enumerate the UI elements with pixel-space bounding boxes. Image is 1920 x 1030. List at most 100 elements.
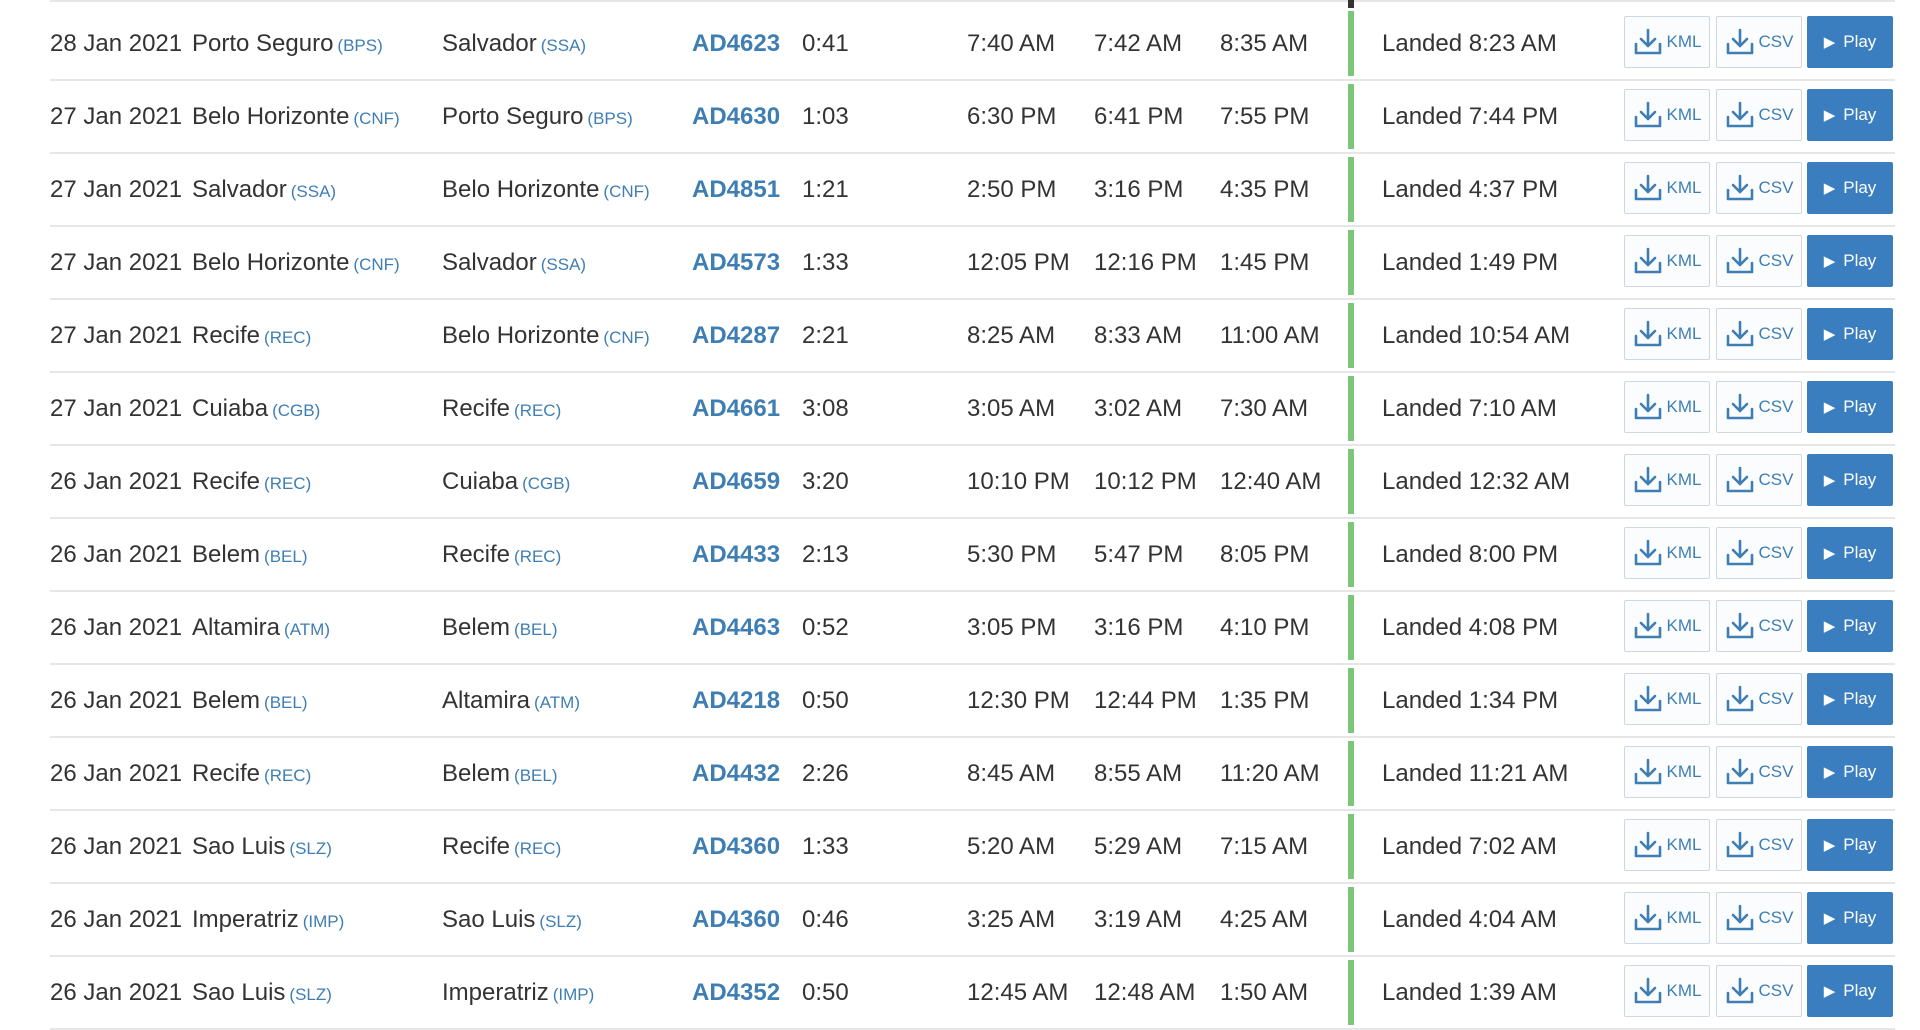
destination-city: Recife — [442, 541, 511, 568]
download-kml-button[interactable]: KML — [1624, 527, 1710, 579]
flight-number-link[interactable]: AD4623 — [692, 8, 780, 79]
download-kml-button[interactable]: KML — [1624, 965, 1710, 1017]
download-kml-button[interactable]: KML — [1624, 600, 1710, 652]
play-track-button[interactable]: ▶ Play — [1807, 162, 1893, 214]
destination-code: (REC) — [514, 547, 562, 566]
kml-label: KML — [1666, 105, 1702, 124]
download-kml-button[interactable]: KML — [1624, 308, 1710, 360]
flight-number-link[interactable]: AD4218 — [692, 665, 780, 736]
download-csv-button[interactable]: CSV — [1716, 89, 1802, 141]
download-icon — [1726, 101, 1753, 128]
play-track-button[interactable]: ▶ Play — [1807, 965, 1893, 1017]
download-kml-button[interactable]: KML — [1624, 89, 1710, 141]
download-icon — [1634, 977, 1661, 1004]
download-kml-button[interactable]: KML — [1624, 746, 1710, 798]
download-kml-button[interactable]: KML — [1624, 16, 1710, 68]
flight-number-link[interactable]: AD4463 — [692, 592, 780, 663]
flight-date: 26 Jan 2021 — [50, 760, 183, 787]
kml-label: KML — [1666, 178, 1702, 197]
csv-label: CSV — [1758, 397, 1794, 416]
origin-code: (SLZ) — [289, 985, 332, 1004]
play-track-button[interactable]: ▶ Play — [1807, 89, 1893, 141]
kml-label: KML — [1666, 835, 1702, 854]
origin-airport: Sao Luis (SLZ) — [192, 957, 332, 1028]
flight-number-link[interactable]: AD4360 — [692, 884, 780, 955]
table-row: 26 Jan 2021 Imperatriz (IMP) Sao Luis (SLZ… — [50, 884, 1895, 957]
download-csv-button[interactable]: CSV — [1716, 819, 1802, 871]
play-track-button[interactable]: ▶ Play — [1807, 16, 1893, 68]
scheduled-departure: 7:40 AM — [967, 30, 1056, 57]
play-track-button[interactable]: ▶ Play — [1807, 746, 1893, 798]
play-track-button[interactable]: ▶ Play — [1807, 235, 1893, 287]
download-kml-button[interactable]: KML — [1624, 235, 1710, 287]
download-csv-button[interactable]: CSV — [1716, 381, 1802, 433]
scheduled-departure: 12:30 PM — [967, 687, 1070, 714]
scheduled-arrival: 12:40 AM — [1220, 468, 1322, 495]
play-icon: ▶ — [1823, 253, 1836, 270]
download-csv-button[interactable]: CSV — [1716, 162, 1802, 214]
play-icon: ▶ — [1823, 545, 1836, 562]
destination-code: (ATM) — [534, 693, 580, 712]
download-kml-button[interactable]: KML — [1624, 819, 1710, 871]
download-csv-button[interactable]: CSV — [1716, 454, 1802, 506]
play-track-button[interactable]: ▶ Play — [1807, 819, 1893, 871]
destination-airport: Belo Horizonte (CNF) — [442, 154, 650, 225]
download-kml-button[interactable]: KML — [1624, 162, 1710, 214]
play-track-button[interactable]: ▶ Play — [1807, 673, 1893, 725]
play-track-button[interactable]: ▶ Play — [1807, 892, 1893, 944]
origin-code: (REC) — [264, 328, 312, 347]
flight-date: 27 Jan 2021 — [50, 176, 183, 203]
status-indicator — [1348, 960, 1354, 1025]
flight-number-link[interactable]: AD4573 — [692, 227, 780, 298]
origin-code: (REC) — [264, 766, 312, 785]
flight-number-link[interactable]: AD4352 — [692, 957, 780, 1028]
play-track-button[interactable]: ▶ Play — [1807, 600, 1893, 652]
download-csv-button[interactable]: CSV — [1716, 600, 1802, 652]
download-csv-button[interactable]: CSV — [1716, 308, 1802, 360]
origin-city: Porto Seguro — [192, 30, 334, 57]
play-track-button[interactable]: ▶ Play — [1807, 454, 1893, 506]
flight-status: Landed 12:32 AM — [1382, 468, 1571, 495]
actual-departure: 3:02 AM — [1094, 395, 1183, 422]
flight-number-link[interactable]: AD4659 — [692, 446, 780, 517]
flight-number-link[interactable]: AD4432 — [692, 738, 780, 809]
kml-label: KML — [1666, 470, 1702, 489]
flight-number-link[interactable]: AD4661 — [692, 373, 780, 444]
download-csv-button[interactable]: CSV — [1716, 527, 1802, 579]
download-kml-button[interactable]: KML — [1624, 892, 1710, 944]
flight-date: 26 Jan 2021 — [50, 687, 183, 714]
destination-city: Salvador — [442, 249, 537, 276]
flight-number-link[interactable]: AD4851 — [692, 154, 780, 225]
download-csv-button[interactable]: CSV — [1716, 892, 1802, 944]
flight-number-link[interactable]: AD4630 — [692, 81, 780, 152]
actual-departure: 6:41 PM — [1094, 103, 1184, 130]
flight-duration: 2:21 — [802, 322, 849, 349]
download-kml-button[interactable]: KML — [1624, 673, 1710, 725]
download-csv-button[interactable]: CSV — [1716, 746, 1802, 798]
destination-code: (IMP) — [552, 985, 595, 1004]
destination-code: (CNF) — [603, 328, 650, 347]
flight-number-link[interactable]: AD4360 — [692, 811, 780, 882]
actual-departure: 10:12 PM — [1094, 468, 1197, 495]
play-track-button[interactable]: ▶ Play — [1807, 381, 1893, 433]
download-csv-button[interactable]: CSV — [1716, 16, 1802, 68]
play-track-button[interactable]: ▶ Play — [1807, 527, 1893, 579]
play-track-button[interactable]: ▶ Play — [1807, 308, 1893, 360]
download-csv-button[interactable]: CSV — [1716, 965, 1802, 1017]
actual-departure: 12:16 PM — [1094, 249, 1197, 276]
flight-duration: 0:50 — [802, 687, 849, 714]
download-csv-button[interactable]: CSV — [1716, 673, 1802, 725]
download-kml-button[interactable]: KML — [1624, 454, 1710, 506]
download-csv-button[interactable]: CSV — [1716, 235, 1802, 287]
download-kml-button[interactable]: KML — [1624, 381, 1710, 433]
flight-number-link[interactable]: AD4287 — [692, 300, 780, 371]
csv-label: CSV — [1758, 32, 1794, 51]
scheduled-arrival: 8:35 AM — [1220, 30, 1309, 57]
download-icon — [1726, 28, 1753, 55]
download-icon — [1634, 393, 1661, 420]
csv-label: CSV — [1758, 543, 1794, 562]
scheduled-arrival: 8:05 PM — [1220, 541, 1310, 568]
flight-number-link[interactable]: AD4433 — [692, 519, 780, 590]
play-label: Play — [1843, 616, 1877, 635]
csv-label: CSV — [1758, 105, 1794, 124]
